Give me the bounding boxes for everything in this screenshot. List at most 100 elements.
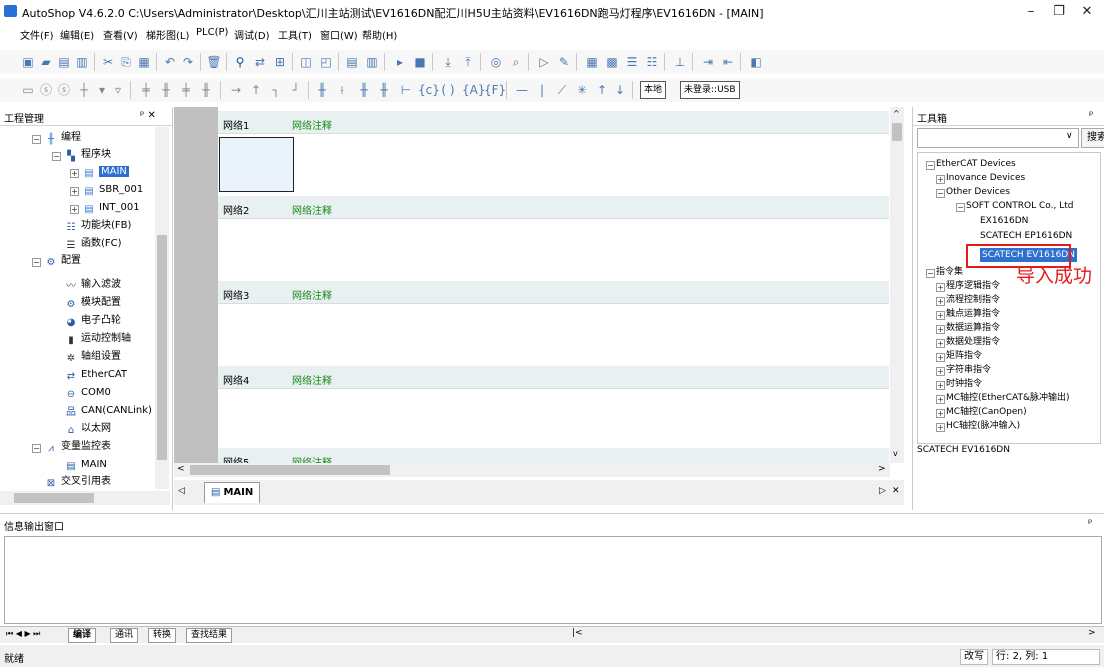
stop-icon[interactable]: ■	[412, 54, 428, 70]
ladder-editor[interactable]: 网络1 网络注释 网络2 网络注释 网络3 网络注释 网络4 网络注释 网络5 …	[218, 107, 889, 463]
expand-icon[interactable]: +	[70, 169, 79, 178]
tree-item-fb[interactable]: ☷ 功能块(FB)	[64, 218, 132, 234]
tree-item-program-block[interactable]: ▚ 程序块	[64, 147, 111, 163]
nc-contact-icon[interactable]: ⟊	[334, 82, 350, 98]
tree-item-watch-main[interactable]: ▤ MAIN	[64, 457, 107, 473]
tree-device-ep1616dn[interactable]: SCATECH EP1616DN	[980, 229, 1072, 243]
menu-view[interactable]: 查看(V)	[103, 27, 138, 42]
write-icon[interactable]: ▷	[536, 54, 552, 70]
tree-inovance-devices[interactable]: Inovance Devices	[946, 171, 1025, 185]
expand-icon[interactable]: +	[936, 325, 945, 334]
delete-line-icon[interactable]: ⟋	[554, 82, 570, 98]
falling-edge-icon[interactable]: ╫	[376, 82, 392, 98]
run-icon[interactable]: ▸	[392, 54, 408, 70]
close-button[interactable]: ✕	[1074, 2, 1100, 22]
delete-vline-icon[interactable]: ✳	[574, 82, 590, 98]
tree-instr-mc-canopen[interactable]: MC轴控(CanOpen)	[946, 405, 1027, 419]
expand-icon[interactable]: +	[936, 423, 945, 432]
output-text-area[interactable]	[4, 536, 1102, 624]
tree-ethercat-devices[interactable]: EtherCAT Devices	[936, 157, 1016, 171]
logout-icon[interactable]: ⇤	[720, 54, 736, 70]
monitor-icon[interactable]: ◎	[488, 54, 504, 70]
save-icon[interactable]: ▤	[56, 54, 72, 70]
tree-device-ex1616dn[interactable]: EX1616DN	[980, 214, 1028, 228]
insert-row-icon[interactable]: ☰	[624, 54, 640, 70]
tree-instr-matrix[interactable]: 矩阵指令	[946, 349, 982, 363]
scroll-right-icon[interactable]: >	[878, 464, 886, 474]
vertical-line-icon[interactable]: |	[534, 82, 550, 98]
tree-item-motion-axis[interactable]: ▮ 运动控制轴	[64, 331, 131, 347]
tree-item-sbr001[interactable]: ▤ SBR_001	[82, 182, 143, 198]
menu-ladder[interactable]: 梯形图(L)	[146, 27, 189, 42]
tree-instr-string[interactable]: 字符串指令	[946, 363, 991, 377]
menu-help[interactable]: 帮助(H)	[362, 27, 397, 42]
scroll-left-icon[interactable]: |<	[572, 628, 583, 638]
login-status-button[interactable]: 未登录::USB	[680, 81, 740, 99]
scroll-thumb[interactable]	[190, 465, 390, 475]
instr-f-icon[interactable]: {F}	[484, 82, 506, 98]
pin-icon[interactable]: ᵖ	[1088, 518, 1092, 529]
scroll-up-icon[interactable]: ^	[893, 109, 900, 118]
menu-tools[interactable]: 工具(T)	[278, 27, 312, 42]
tree-item-int001[interactable]: ▤ INT_001	[82, 200, 139, 216]
expand-icon[interactable]: −	[926, 269, 935, 278]
expand-icon[interactable]: +	[936, 311, 945, 320]
expand-icon[interactable]: +	[936, 409, 945, 418]
no-contact-icon[interactable]: ╫	[314, 82, 330, 98]
edit-icon[interactable]: ✎	[556, 54, 572, 70]
scroll-thumb[interactable]	[157, 235, 167, 460]
tree-item-axis-group[interactable]: ✲ 轴组设置	[64, 349, 121, 365]
tab-convert[interactable]: 转换	[148, 628, 177, 643]
tree-instruction-set[interactable]: 指令集	[936, 265, 963, 279]
script-mode-icon[interactable]: ⓢ	[56, 82, 72, 98]
tree-instr-hc[interactable]: HC轴控(脉冲输入)	[946, 419, 1020, 433]
save-all-icon[interactable]: ▥	[74, 54, 90, 70]
tab-main[interactable]: ▤ MAIN	[204, 482, 261, 503]
menu-window[interactable]: 窗口(W)	[320, 27, 358, 42]
network-comment[interactable]: 网络注释	[292, 454, 332, 463]
line-icon[interactable]: ┐	[268, 82, 284, 98]
tree-item-ethercat[interactable]: ⇄ EtherCAT	[64, 367, 127, 383]
expand-icon[interactable]: −	[936, 189, 945, 198]
minimize-button[interactable]: –	[1018, 2, 1044, 22]
tree-instr-logic[interactable]: 程序逻辑指令	[946, 279, 1000, 293]
func-block-icon[interactable]: {c}	[418, 82, 440, 98]
local-button[interactable]: 本地	[640, 81, 667, 99]
menu-file[interactable]: 文件(F)	[20, 27, 54, 42]
open-folder-icon[interactable]: ▰	[38, 54, 54, 70]
project-hscrollbar[interactable]	[0, 491, 170, 505]
cut-icon[interactable]: ✂	[100, 54, 116, 70]
chevron-down-icon[interactable]: ∨	[1066, 131, 1073, 141]
expand-icon[interactable]: +	[936, 283, 945, 292]
scroll-thumb[interactable]	[892, 123, 902, 141]
download-icon[interactable]: ⤓	[440, 54, 456, 70]
expand-icon[interactable]: −	[956, 203, 965, 212]
tree-instr-flow[interactable]: 流程控制指令	[946, 293, 1000, 307]
network-icon[interactable]: ⊞	[272, 54, 288, 70]
expand-icon[interactable]: +	[936, 175, 945, 184]
tree-item-fc[interactable]: ☰ 函数(FC)	[64, 236, 122, 252]
toolbox-tree[interactable]: − EtherCAT Devices + Inovance Devices − …	[917, 152, 1101, 444]
maximize-button[interactable]: ❐	[1046, 2, 1072, 22]
network-comment[interactable]: 网络注释	[292, 287, 332, 302]
tree-item-cross-ref[interactable]: ⊠ 交叉引用表	[44, 474, 111, 490]
tree-item-com0[interactable]: ⊖ COM0	[64, 385, 111, 401]
redo-icon[interactable]: ↷	[180, 54, 196, 70]
scroll-right-icon[interactable]: >	[1088, 628, 1096, 638]
tree-item-can[interactable]: 品 CAN(CANLink)	[64, 403, 152, 419]
tree-item-ethernet[interactable]: ⌂ 以太网	[64, 421, 111, 437]
expand-icon[interactable]: +	[70, 187, 79, 196]
network-header[interactable]: 网络5 网络注释	[218, 448, 889, 463]
arrow-up-icon[interactable]: ↑	[594, 82, 610, 98]
tab-comm[interactable]: 通讯	[110, 628, 139, 643]
expand-icon[interactable]: −	[52, 152, 61, 161]
expand-icon[interactable]: +	[936, 353, 945, 362]
undo-icon[interactable]: ↶	[162, 54, 178, 70]
menu-plc[interactable]: PLC(P)	[196, 27, 228, 38]
branch-2-icon[interactable]: ╫	[158, 82, 174, 98]
menu-edit[interactable]: 编辑(E)	[60, 27, 94, 42]
tab-nav-icons[interactable]: ⏮ ◀ ▶ ⏭	[6, 629, 40, 639]
tab-scroll-left-icon[interactable]: ◁	[178, 486, 185, 496]
vline-icon[interactable]: ↑	[248, 82, 264, 98]
expand-icon[interactable]: +	[936, 297, 945, 306]
